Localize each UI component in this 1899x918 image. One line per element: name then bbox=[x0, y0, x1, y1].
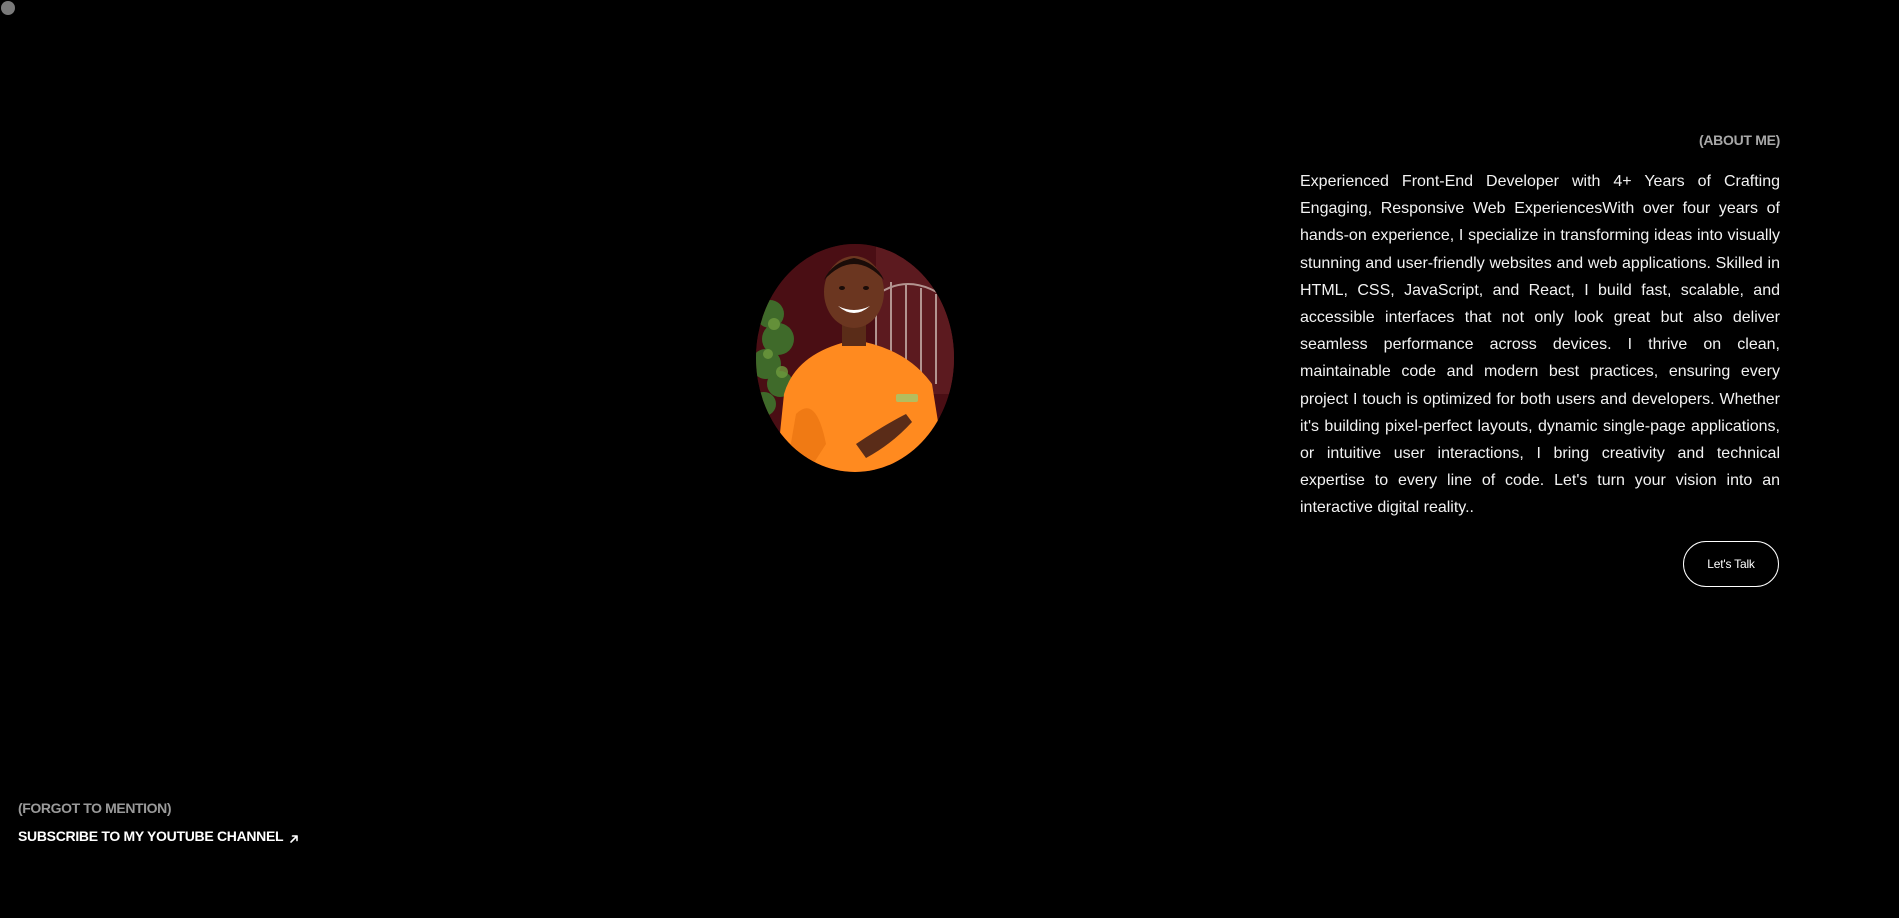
profile-photo bbox=[756, 244, 954, 472]
lets-talk-button[interactable]: Let's Talk bbox=[1683, 541, 1779, 587]
arrow-up-right-icon bbox=[289, 831, 299, 843]
youtube-subscribe-label: SUBSCRIBE TO MY YOUTUBE CHANNEL bbox=[18, 828, 284, 844]
cursor-dot bbox=[1, 1, 15, 15]
youtube-subscribe-link[interactable]: SUBSCRIBE TO MY YOUTUBE CHANNEL bbox=[18, 828, 299, 844]
about-bio-text: Experienced Front-End Developer with 4+ … bbox=[1300, 173, 1780, 517]
forgot-to-mention-label: (FORGOT TO MENTION) bbox=[18, 800, 172, 816]
about-section-label: (ABOUT ME) bbox=[1699, 132, 1780, 148]
